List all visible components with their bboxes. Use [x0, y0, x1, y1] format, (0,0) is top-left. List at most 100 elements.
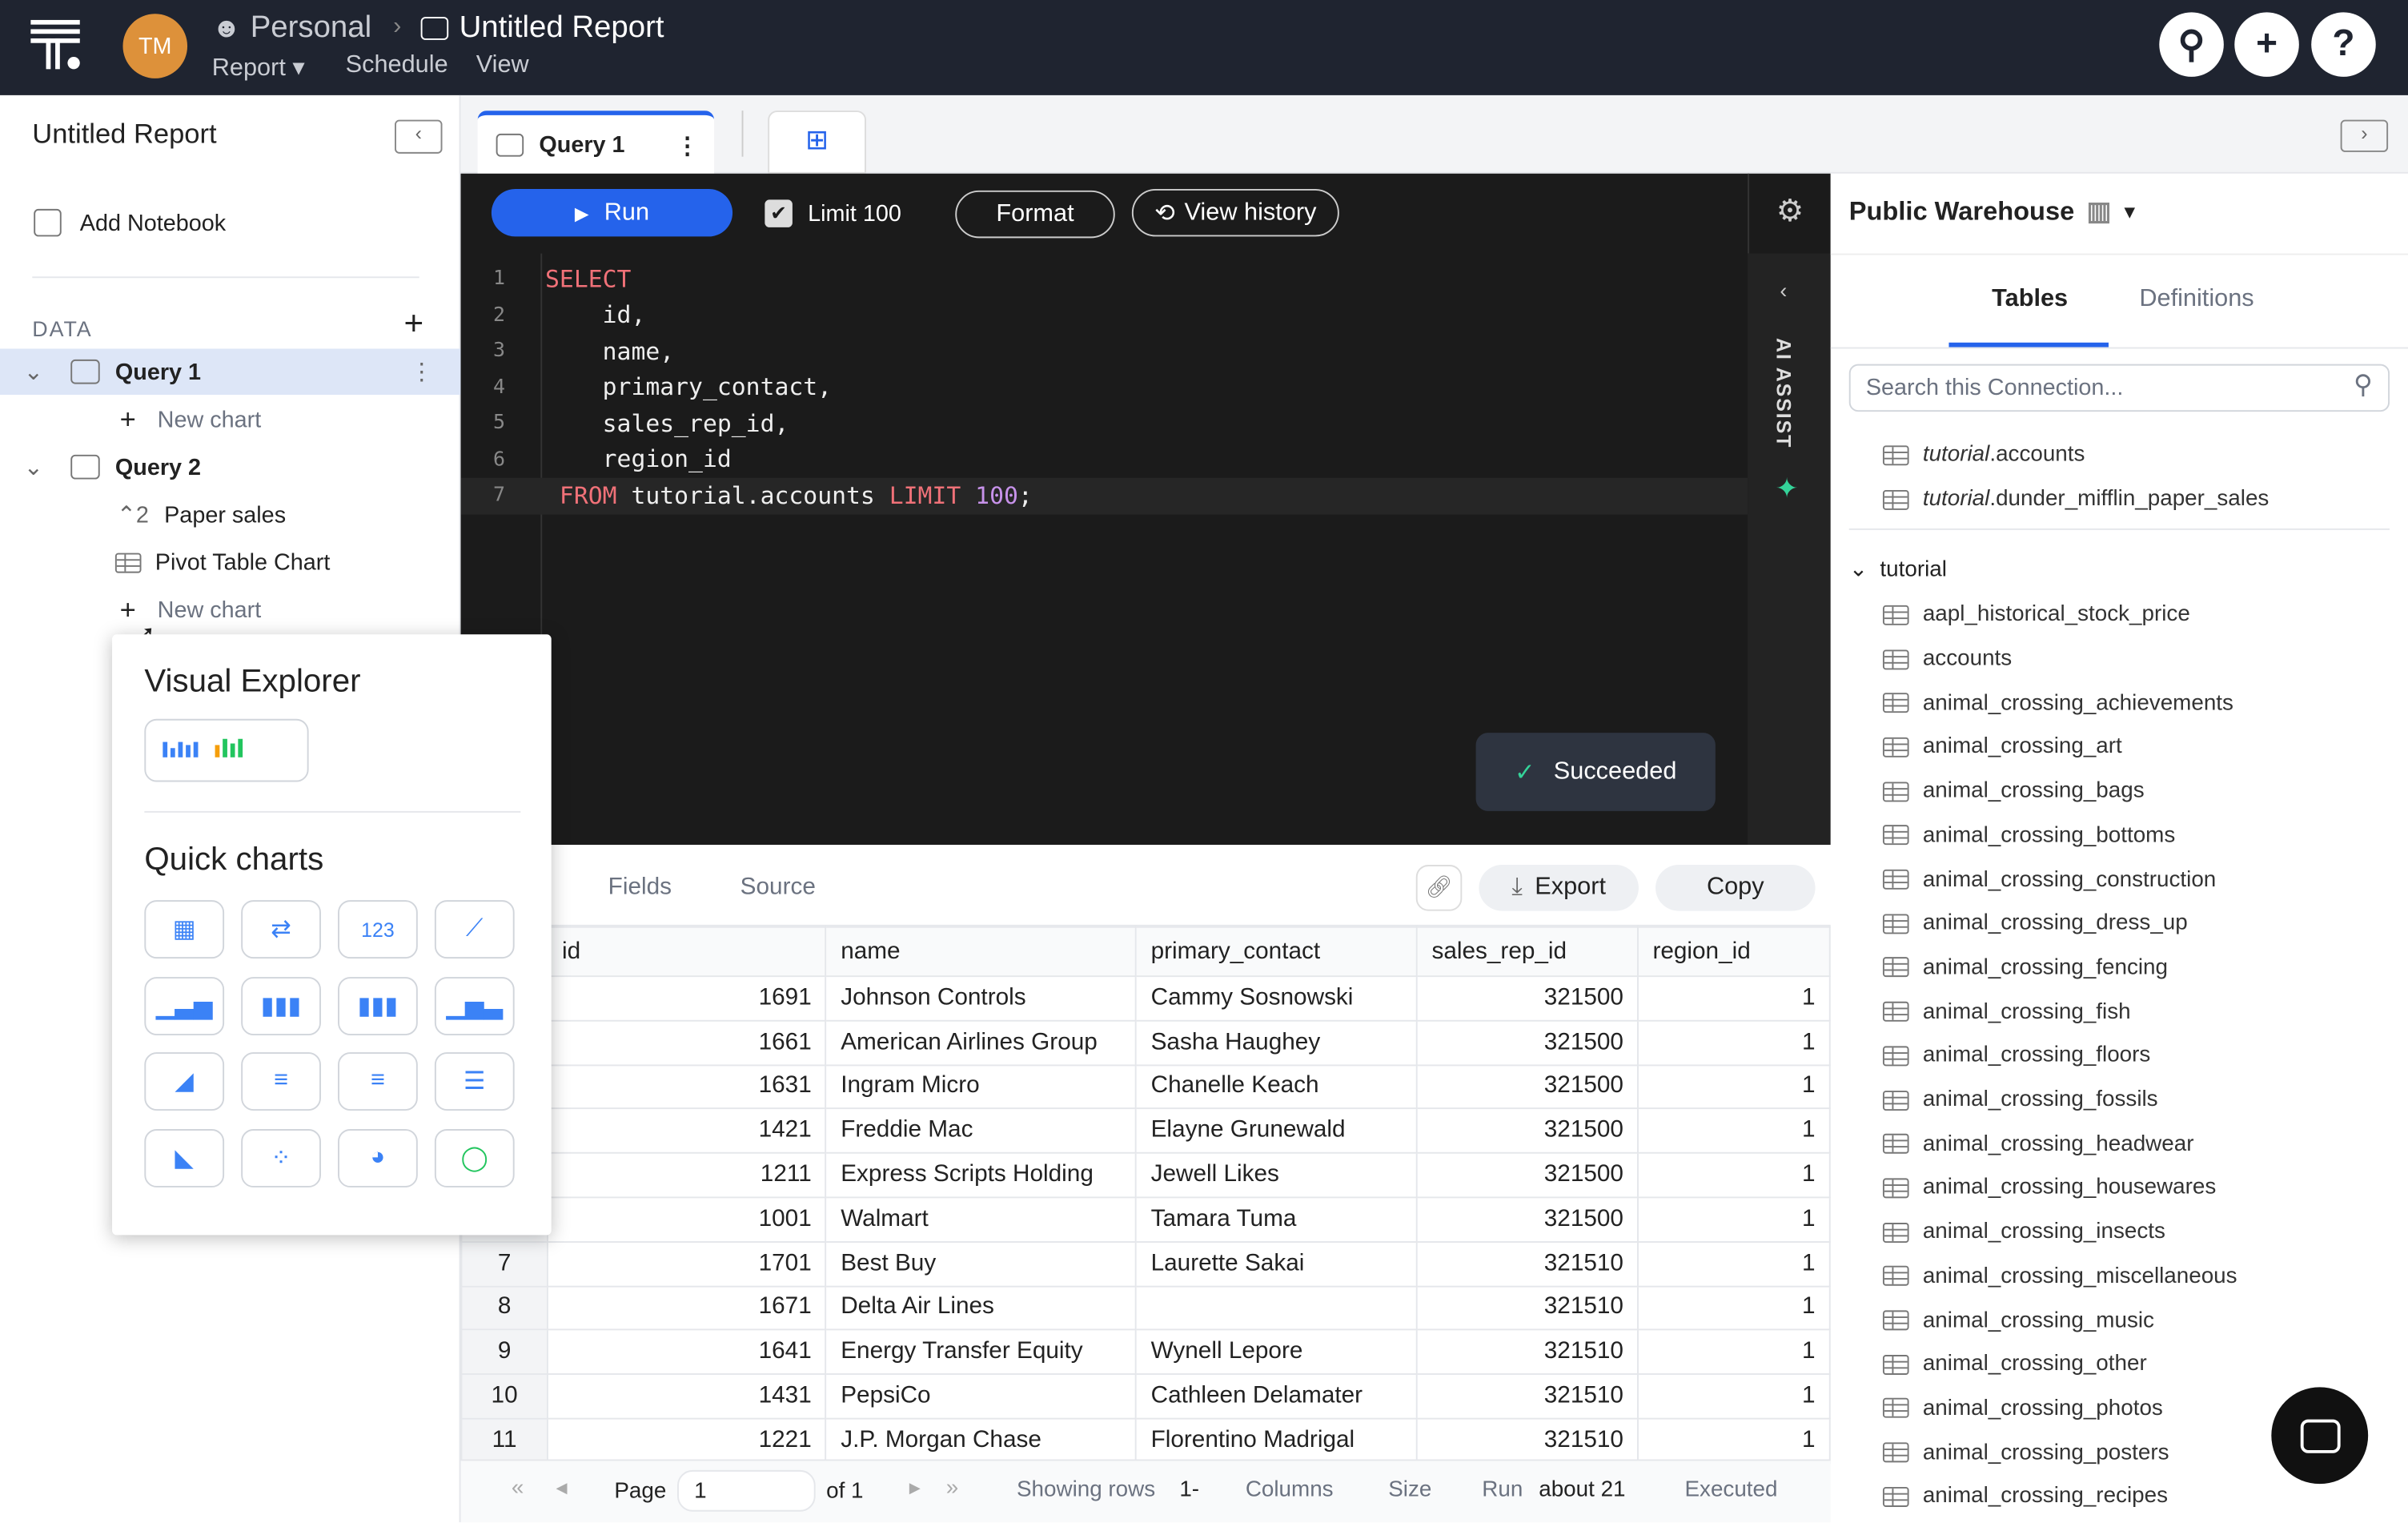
tab-source[interactable]: Source [740, 874, 816, 902]
tab-query-1[interactable]: Query 1 ⋮ [477, 111, 715, 175]
ai-assist-panel[interactable]: ‹ AI ASSIST ✦ [1748, 253, 1831, 846]
limit-checkbox[interactable]: ✔ Limit 100 [765, 199, 901, 227]
visual-explorer-button[interactable] [144, 718, 309, 782]
collapse-right-panel-icon[interactable]: › [2340, 119, 2389, 152]
table-item[interactable]: animal_crossing_bags [1882, 770, 2145, 814]
sql-editor[interactable]: ▶ Run ✔ Limit 100 Format ⟲ View history ⚙ 1… [460, 173, 1831, 846]
table-item[interactable]: animal_crossing_other [1882, 1342, 2147, 1386]
menu-schedule[interactable]: Schedule [346, 52, 448, 80]
table-item[interactable]: animal_crossing_recipes [1882, 1475, 2168, 1519]
report-title[interactable]: Untitled Report [460, 10, 664, 46]
format-button[interactable]: Format [955, 190, 1115, 239]
table-row[interactable]: 9 1641 Energy Transfer Equity Wynell Lepore… [460, 1329, 1831, 1376]
bar-chart-button[interactable]: ▮▮▮ [241, 976, 321, 1035]
table-item[interactable]: animal_crossing_bottoms [1882, 814, 2175, 858]
histogram-chart-button[interactable]: ▁▅▃ [434, 976, 515, 1035]
table-row[interactable]: 61001WalmartTamara Tuma3215001 [460, 1196, 1831, 1243]
sidebar-item-pivot-table-chart[interactable]: Pivot Table Chart [0, 539, 461, 585]
big-number-chart-button[interactable]: 123 [338, 900, 418, 959]
more-options-icon[interactable]: ⋮ [410, 358, 433, 386]
more-options-icon[interactable]: ⋮ [676, 131, 699, 159]
code-line[interactable]: 7 FROM tutorial.accounts LIMIT 100; [460, 477, 1748, 514]
code-line[interactable]: 4 primary_contact, [461, 369, 1748, 405]
table-item[interactable]: accounts [1882, 637, 2012, 681]
pinned-table[interactable]: tutorial .accounts [1882, 433, 2085, 477]
table-item[interactable]: animal_crossing_fencing [1882, 946, 2168, 990]
sidebar-item-query-1[interactable]: ⌄ Query 1 ⋮ [0, 348, 461, 396]
table-row[interactable]: 10 1431 PepsiCo Cathleen Delamater 321510 1 [460, 1373, 1831, 1420]
table-row[interactable]: 21661American Airlines GroupSasha Haughe… [460, 1019, 1831, 1066]
chevron-left-icon[interactable]: ‹ [1780, 278, 1787, 303]
breadcrumb-workspace[interactable]: Personal [251, 10, 371, 46]
avatar[interactable]: TM [122, 14, 188, 78]
scatter-chart-button[interactable]: ⁘ [241, 1128, 321, 1187]
view-history-button[interactable]: ⟲ View history [1131, 188, 1339, 237]
help-button[interactable]: ? [2311, 12, 2376, 77]
menu-view[interactable]: View [476, 52, 529, 80]
page-input[interactable]: 1 [677, 1469, 816, 1512]
table-item[interactable]: animal_crossing_photos [1882, 1387, 2163, 1431]
first-page-button[interactable]: « [512, 1477, 524, 1501]
editor-settings-button[interactable]: ⚙ [1748, 173, 1831, 254]
sparkle-icon[interactable]: ✦ [1776, 473, 1799, 505]
menu-report[interactable]: Report ▾ [212, 52, 305, 82]
sidebar-item-paper-sales[interactable]: ⌃2 Paper sales [0, 492, 461, 538]
copy-button[interactable]: Copy [1656, 865, 1816, 911]
table-item[interactable]: animal_crossing_fish [1882, 990, 2131, 1034]
app-logo[interactable] [30, 19, 80, 72]
table-item[interactable]: animal_crossing_insects [1882, 1210, 2165, 1254]
sidebar-item-query-2[interactable]: ⌄ Query 2 [0, 444, 461, 490]
column-header[interactable]: id [546, 926, 827, 978]
column-header[interactable]: name [825, 926, 1138, 978]
copy-link-button[interactable]: 🔗︎ [1415, 865, 1463, 911]
horizontal-bar-chart-button[interactable]: ≡ [241, 1052, 321, 1111]
table-item[interactable]: animal_crossing_posters [1882, 1431, 2169, 1475]
line-chart-button[interactable]: ⟋ [434, 900, 515, 959]
stacked-bar-chart-button[interactable]: ▮▮▮ [338, 976, 418, 1035]
code-line[interactable]: 5 sales_rep_id, [461, 405, 1748, 441]
search-button[interactable]: ⚲ [2159, 12, 2224, 77]
tab-definitions[interactable]: Definitions [2139, 286, 2253, 314]
collapse-sidebar-icon[interactable]: ‹ [395, 119, 443, 154]
add-notebook-button[interactable]: Add Notebook [0, 199, 461, 246]
code-line[interactable]: 1 SELECT [461, 261, 1748, 297]
table-item[interactable]: animal_crossing_fossils [1882, 1078, 2158, 1122]
table-item[interactable]: aapl_historical_stock_price [1882, 593, 2190, 637]
chat-button[interactable] [2271, 1387, 2369, 1485]
stacked-area-chart-button[interactable]: ◣ [144, 1128, 225, 1187]
donut-chart-button[interactable]: ◯ [434, 1128, 515, 1187]
pinned-table[interactable]: tutorial .dunder_mifflin_paper_sales [1882, 477, 2269, 521]
table-item[interactable]: animal_crossing_art [1882, 725, 2122, 770]
code-line[interactable]: 3 name, [461, 333, 1748, 369]
combo-chart-button[interactable]: ▁▃▅ [144, 976, 225, 1035]
schema-tutorial[interactable]: ⌄ tutorial [1849, 557, 1947, 582]
table-row[interactable]: 8 1671 Delta Air Lines 321510 1 [460, 1284, 1831, 1332]
table-item[interactable]: animal_crossing_dress_up [1882, 902, 2188, 946]
column-header[interactable]: sales_rep_id [1416, 926, 1639, 978]
search-connection-input[interactable]: Search this Connection... ⚲ [1848, 364, 2390, 412]
table-item[interactable]: animal_crossing_miscellaneous [1882, 1254, 2237, 1298]
add-data-button[interactable]: + [404, 304, 424, 344]
table-row[interactable]: 11 1221 J.P. Morgan Chase Florentino Madrig… [460, 1417, 1831, 1464]
tab-fields[interactable]: Fields [608, 874, 672, 902]
run-button[interactable]: ▶ Run [491, 188, 733, 237]
next-page-button[interactable]: ▸ [909, 1477, 921, 1501]
code-line[interactable]: 2 id, [461, 297, 1748, 333]
table-row[interactable]: 41421Freddie MacElayne Grunewald3215001 [460, 1107, 1831, 1155]
table-row[interactable]: 31631Ingram MicroChanelle Keach3215001 [460, 1063, 1831, 1110]
sidebar-item-new-chart[interactable]: + New chart [0, 396, 461, 443]
code-line[interactable]: 6 region_id [461, 442, 1748, 478]
table-item[interactable]: animal_crossing_music [1882, 1298, 2154, 1342]
pie-chart-button[interactable]: ◕ [338, 1128, 418, 1187]
tab-tables[interactable]: Tables [1992, 286, 2068, 314]
last-page-button[interactable]: » [946, 1477, 958, 1501]
table-item[interactable]: animal_crossing_construction [1882, 858, 2216, 902]
export-button[interactable]: ⤓ Export [1479, 865, 1639, 911]
sidebar-item-new-chart-2[interactable]: + New chart [0, 587, 461, 633]
table-item[interactable]: animal_crossing_floors [1882, 1034, 2150, 1078]
warehouse-selector[interactable]: Public Warehouse ▥ ▼ [1849, 197, 2139, 227]
add-button[interactable]: + [2234, 12, 2299, 77]
table-item[interactable]: animal_crossing_achievements [1882, 681, 2233, 725]
table-row[interactable]: 1 1691Johnson ControlsCammy Sosnowski3215… [460, 975, 1831, 1022]
table-row[interactable]: 7 1701 Best Buy Laurette Sakai 321510 1 [460, 1240, 1831, 1287]
